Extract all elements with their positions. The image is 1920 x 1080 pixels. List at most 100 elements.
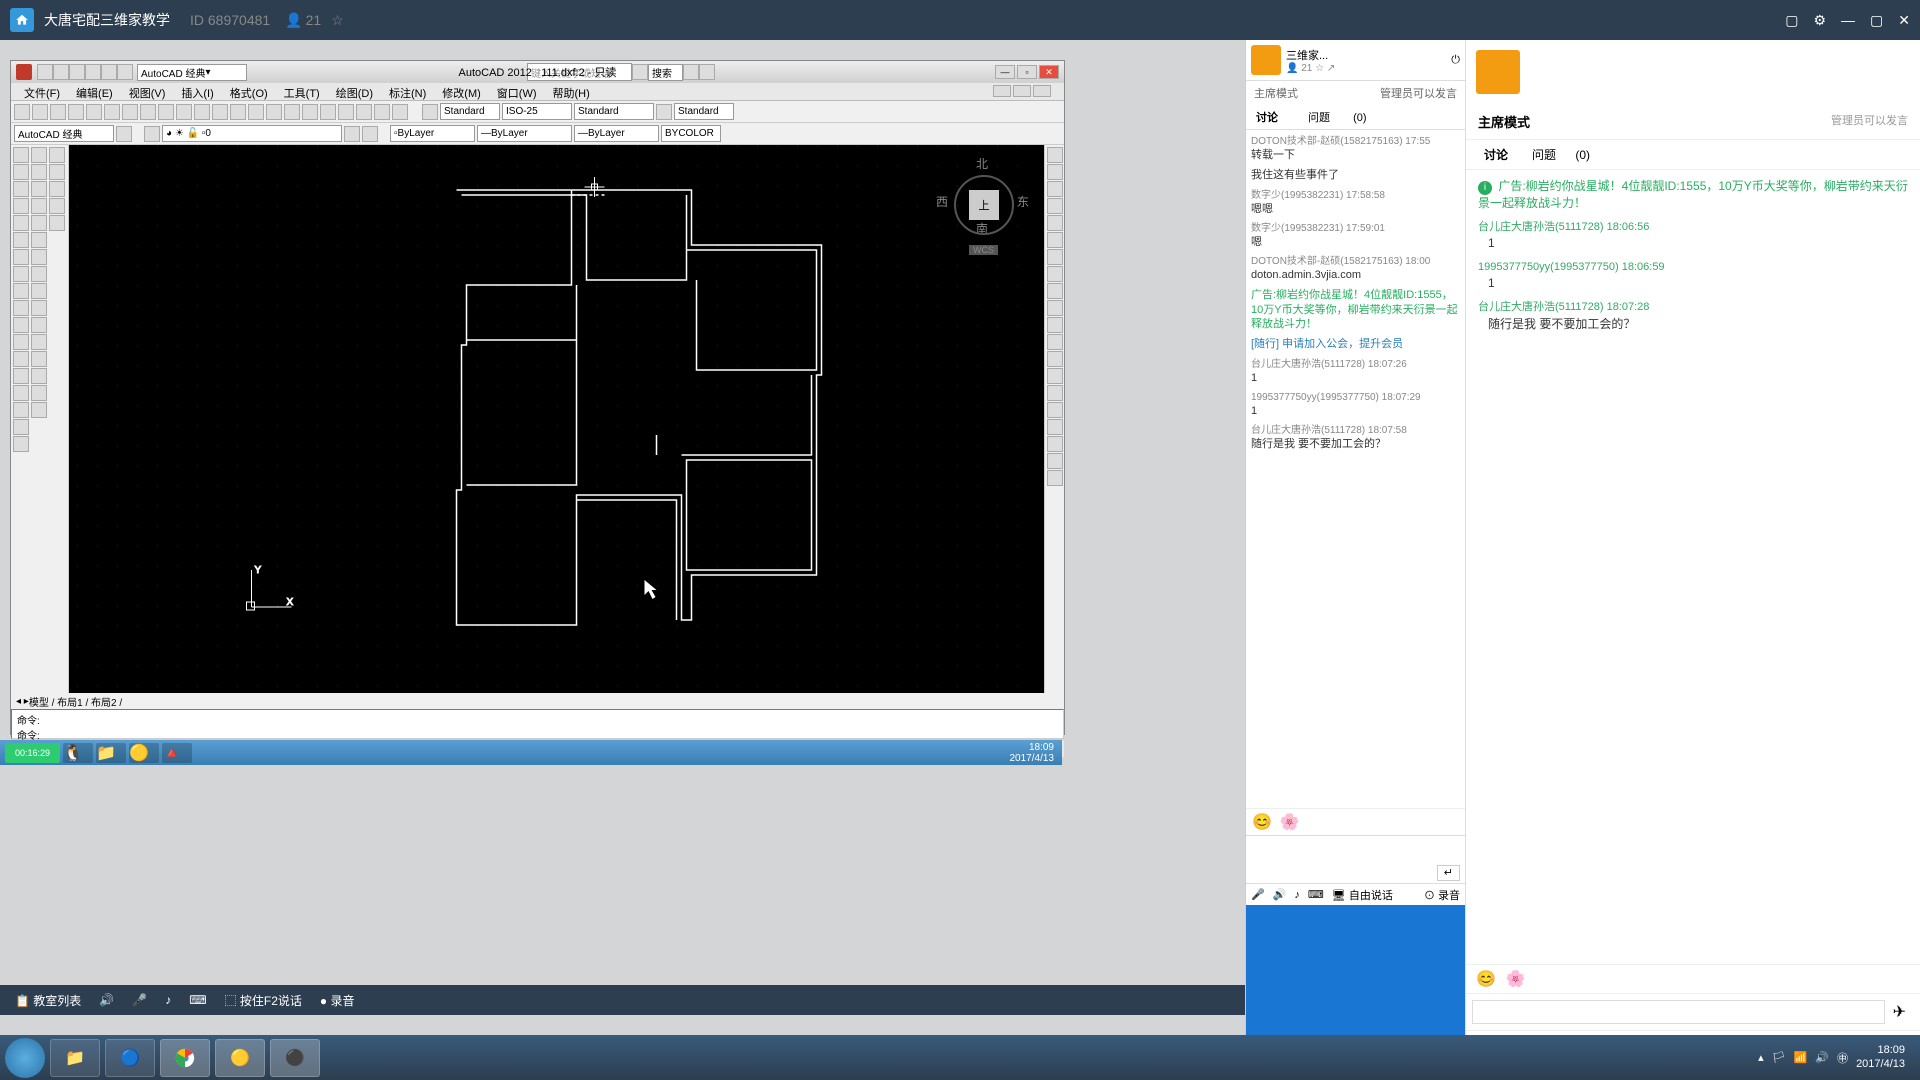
paste-icon[interactable] <box>158 104 174 120</box>
menu-file[interactable]: 文件(F) <box>16 83 68 100</box>
lineweight-dropdown[interactable]: — ByLayer <box>574 125 659 142</box>
stretch-tool-icon[interactable] <box>31 283 47 299</box>
pan-icon[interactable] <box>230 104 246 120</box>
menu-format[interactable]: 格式(O) <box>222 83 276 100</box>
r-tool-15-icon[interactable] <box>1047 385 1063 401</box>
r-tool-18-icon[interactable] <box>1047 436 1063 452</box>
mdi-restore-icon[interactable] <box>1013 85 1031 97</box>
mtext-tool-icon[interactable] <box>13 436 29 452</box>
dist-tool-icon[interactable] <box>49 147 65 163</box>
menu-draw[interactable]: 绘图(D) <box>328 83 381 100</box>
zoom-prev-icon[interactable] <box>266 104 282 120</box>
help-icon[interactable] <box>699 64 715 80</box>
menu-help[interactable]: 帮助(H) <box>545 83 598 100</box>
host-tab-discuss[interactable]: 讨论 <box>1476 140 1516 169</box>
room-power-icon[interactable]: ⏻ <box>1451 54 1460 67</box>
taskbar-clock[interactable]: 18:09 2017/4/13 <box>1856 1044 1905 1070</box>
id-tool-icon[interactable] <box>49 215 65 231</box>
star-icon[interactable]: ☆ <box>331 12 344 29</box>
ellipse-tool-icon[interactable] <box>13 283 29 299</box>
exchange-icon[interactable] <box>683 64 699 80</box>
mleader-icon[interactable] <box>656 104 672 120</box>
menu-edit[interactable]: 编辑(E) <box>68 83 121 100</box>
r-tool-12-icon[interactable] <box>1047 334 1063 350</box>
rect-tool-icon[interactable] <box>13 215 29 231</box>
tb-mic-icon[interactable]: 🎤 <box>1251 888 1265 901</box>
drawing-canvas[interactable]: Y X 北 <box>69 145 1044 693</box>
r-tool-2-icon[interactable] <box>1047 164 1063 180</box>
chat-input[interactable] <box>1246 836 1465 861</box>
help-tb-icon[interactable] <box>392 104 408 120</box>
tool-palette-icon[interactable] <box>320 104 336 120</box>
viewcube-top-face[interactable]: 上 <box>969 190 999 220</box>
erase-tool-icon[interactable] <box>31 147 47 163</box>
table-tool-icon[interactable] <box>13 419 29 435</box>
preview-icon[interactable] <box>86 104 102 120</box>
mleader-dropdown[interactable]: Standard <box>674 103 734 120</box>
fillet-tool-icon[interactable] <box>31 385 47 401</box>
task-yy[interactable]: 🟡 <box>215 1039 265 1077</box>
region-tool-icon[interactable] <box>13 402 29 418</box>
tray-ime-icon[interactable]: ㊥ <box>1837 1050 1848 1066</box>
r-tool-8-icon[interactable] <box>1047 266 1063 282</box>
task-explorer[interactable]: 📁 <box>50 1039 100 1077</box>
free-talk-toggle[interactable]: 🖥 自由说话 <box>1332 887 1393 903</box>
zoom-icon[interactable] <box>248 104 264 120</box>
join-guild-link[interactable]: [随行] 申请加入公会，提升会员 <box>1251 338 1403 350</box>
flower-icon[interactable]: 🌸 <box>1280 812 1300 832</box>
qat-new-icon[interactable] <box>37 64 53 80</box>
emoji-icon[interactable]: 😊 <box>1252 812 1272 832</box>
remote-task-3[interactable]: 🟡 <box>129 743 159 763</box>
close-button[interactable]: ✕ <box>1039 65 1059 79</box>
push-to-talk[interactable]: ⬚ 按住F2说话 <box>225 992 302 1009</box>
design-center-icon[interactable] <box>302 104 318 120</box>
send-button[interactable]: ↵ <box>1437 865 1460 881</box>
tablestyle-dropdown[interactable]: Standard <box>574 103 654 120</box>
gradient-tool-icon[interactable] <box>13 385 29 401</box>
settings-icon[interactable]: ⚙ <box>1813 12 1826 29</box>
sheet-set-icon[interactable] <box>338 104 354 120</box>
maximize-button[interactable]: ▫ <box>1017 65 1037 79</box>
calc-icon[interactable] <box>374 104 390 120</box>
host-tab-questions[interactable]: 问题 (0) <box>1516 140 1606 169</box>
search-button[interactable]: 搜索 <box>648 64 683 81</box>
remote-task-1[interactable]: 🐧 <box>63 743 93 763</box>
maximize-icon[interactable]: ▢ <box>1870 12 1883 29</box>
layer-prop-icon[interactable] <box>144 126 160 142</box>
r-tool-19-icon[interactable] <box>1047 453 1063 469</box>
arc-tool-icon[interactable] <box>13 232 29 248</box>
line-tool-icon[interactable] <box>13 147 29 163</box>
tb-speaker-icon[interactable]: 🔊 <box>1273 888 1287 901</box>
copy-icon[interactable] <box>140 104 156 120</box>
layer-prev-icon[interactable] <box>362 126 378 142</box>
r-tool-9-icon[interactable] <box>1047 283 1063 299</box>
polygon-tool-icon[interactable] <box>13 198 29 214</box>
qat-undo-icon[interactable] <box>85 64 101 80</box>
hatch-tool-icon[interactable] <box>13 368 29 384</box>
minimize-button[interactable]: — <box>995 65 1015 79</box>
cut-icon[interactable] <box>122 104 138 120</box>
qat-print-icon[interactable] <box>117 64 133 80</box>
menu-window[interactable]: 窗口(W) <box>489 83 545 100</box>
tab-discuss[interactable]: 讨论 <box>1246 105 1288 129</box>
r-tool-14-icon[interactable] <box>1047 368 1063 384</box>
remote-task-2[interactable]: 📁 <box>96 743 126 763</box>
tray-volume-icon[interactable]: 🔊 <box>1815 1051 1829 1064</box>
signin-icon[interactable] <box>632 64 648 80</box>
save-icon[interactable] <box>50 104 66 120</box>
area-tool-icon[interactable] <box>49 164 65 180</box>
task-obs[interactable]: ⚫ <box>270 1039 320 1077</box>
mirror-tool-icon[interactable] <box>31 181 47 197</box>
new-icon[interactable] <box>14 104 30 120</box>
linetype-dropdown[interactable]: — ByLayer <box>477 125 572 142</box>
join-tool-icon[interactable] <box>31 351 47 367</box>
plotstyle-dropdown[interactable]: BYCOLOR <box>661 125 721 142</box>
host-message-list[interactable]: i 广告:柳岩约你战星城！4位靓靓ID:1555，10万Y币大奖等你，柳岩带约来… <box>1466 170 1920 964</box>
plot-icon[interactable] <box>68 104 84 120</box>
note-icon[interactable]: ♪ <box>165 993 171 1007</box>
layout-tabs[interactable]: ◂ ▸ 模型 / 布局1 / 布局2 / <box>11 693 1064 709</box>
start-button[interactable] <box>5 1038 45 1078</box>
layer-state-icon[interactable] <box>344 126 360 142</box>
textstyle-dropdown[interactable]: Standard <box>440 103 500 120</box>
explode-tool-icon[interactable] <box>31 402 47 418</box>
